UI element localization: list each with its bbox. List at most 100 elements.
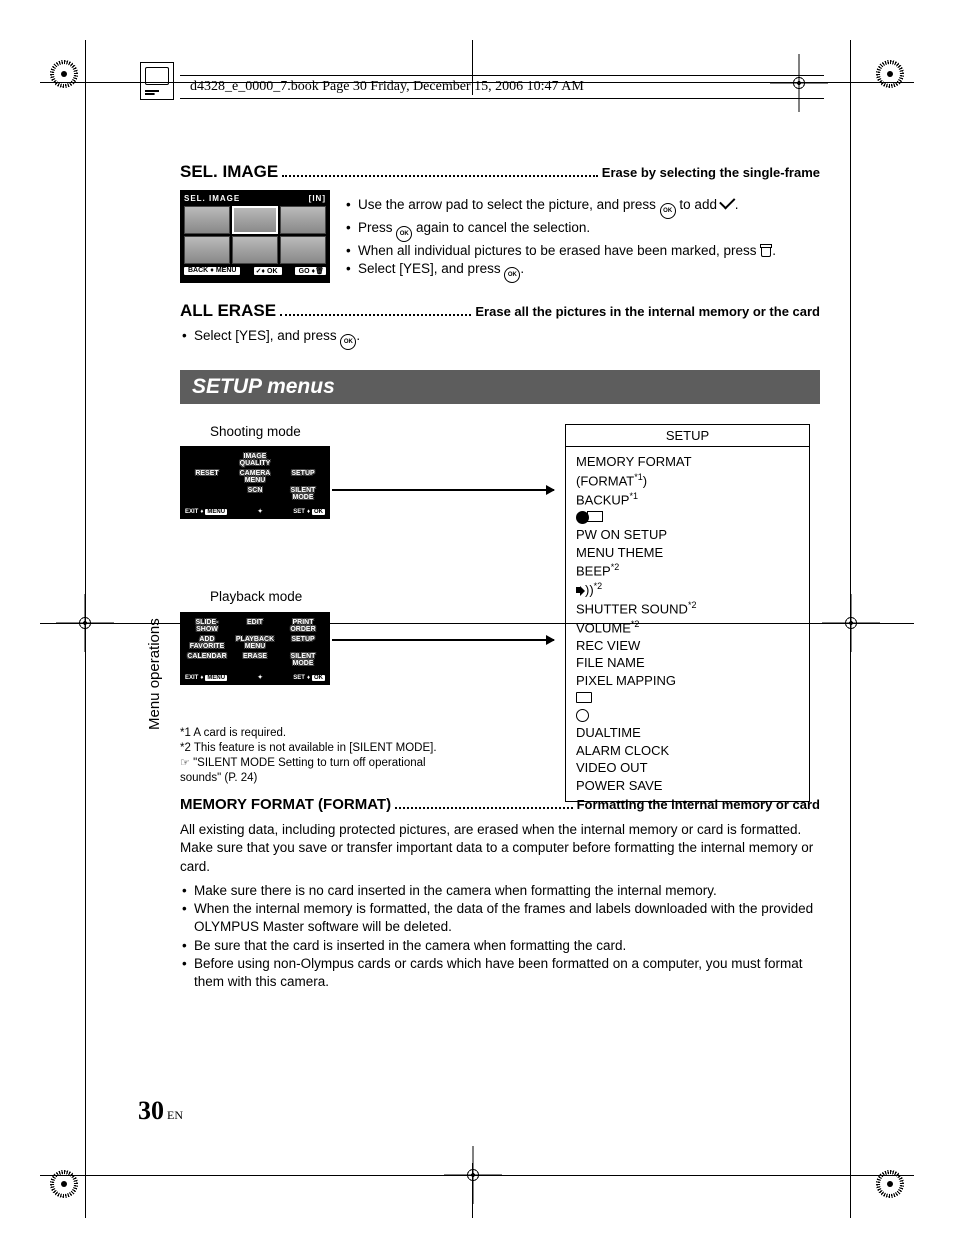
- setup-item: BEEP*2: [576, 561, 799, 580]
- footnote-1: *1 A card is required.: [180, 726, 460, 741]
- setup-item: MENU THEME: [576, 544, 799, 562]
- sel-image-heading: SEL. IMAGE Erase by selecting the single…: [180, 162, 820, 182]
- menu-cell: EDIT: [233, 619, 277, 633]
- header-text: d4328_e_0000_7.book Page 30 Friday, Dece…: [190, 79, 584, 94]
- lcd-exit: EXIT♦MENU: [185, 508, 227, 515]
- menu-cell: SILENT MODE: [281, 487, 325, 501]
- playback-mode-label: Playback mode: [210, 589, 302, 604]
- setup-item: SHUTTER SOUND*2: [576, 599, 799, 618]
- setup-item: MEMORY FORMAT: [576, 453, 799, 471]
- check-icon: [721, 199, 735, 210]
- footnotes: *1 A card is required. *2 This feature i…: [180, 726, 460, 786]
- thumb: [280, 206, 326, 234]
- lcd-nav-icon: ✦: [258, 508, 263, 515]
- leader-dots: [395, 807, 572, 809]
- memory-format-intro: All existing data, including protected p…: [180, 821, 820, 876]
- leader-dots: [280, 314, 471, 316]
- monitor-icon: [576, 690, 592, 705]
- setup-item: FILE NAME: [576, 654, 799, 672]
- page-lang: EN: [167, 1108, 183, 1122]
- shooting-mode-lcd: IMAGE QUALITY RESET CAMERA MENU SETUP SC…: [180, 446, 330, 519]
- menu-cell: ADD FAVORITE: [185, 636, 229, 650]
- setup-item-clock-icon: [576, 707, 799, 725]
- ok-func-icon: OK: [396, 226, 412, 242]
- all-erase-heading: ALL ERASE Erase all the pictures in the …: [180, 301, 820, 321]
- leader-dots: [282, 175, 598, 177]
- page-number: 30EN: [138, 1096, 183, 1126]
- setup-item: VIDEO OUT: [576, 759, 799, 777]
- crop-mark: [876, 60, 904, 88]
- setup-item: ALARM CLOCK: [576, 742, 799, 760]
- lcd-title: SEL. IMAGE: [184, 194, 240, 203]
- menu-cell: RESET: [185, 470, 229, 484]
- ok-func-icon: OK: [660, 203, 676, 219]
- footnote-ref: ☞ "SILENT MODE Setting to turn off opera…: [180, 756, 460, 786]
- sel-image-desc: Erase by selecting the single-frame: [602, 165, 820, 180]
- sel-image-step-3: When all individual pictures to be erase…: [344, 242, 820, 260]
- thumb: [184, 206, 230, 234]
- setup-item: PW ON SETUP: [576, 526, 799, 544]
- menu-cell: IMAGE QUALITY: [233, 453, 277, 467]
- playback-mode-lcd: SLIDE- SHOW EDIT PRINT ORDER ADD FAVORIT…: [180, 612, 330, 685]
- page-num-value: 30: [138, 1096, 164, 1125]
- lcd-set: SET♦OK: [293, 674, 325, 681]
- setup-item: VOLUME*2: [576, 618, 799, 637]
- all-erase-desc: Erase all the pictures in the internal m…: [475, 304, 820, 319]
- clock-icon: [576, 708, 589, 723]
- setup-list-box: SETUP MEMORY FORMAT (FORMAT*1) BACKUP*1 …: [565, 424, 810, 801]
- setup-item: DUALTIME: [576, 724, 799, 742]
- footnote-2: *2 This feature is not available in [SIL…: [180, 741, 460, 756]
- menu-cell-setup: SETUP: [281, 636, 325, 650]
- all-erase-step-1: Select [YES], and press OK.: [180, 327, 820, 350]
- setup-item-speaker-icon: ))*2: [576, 580, 799, 599]
- printer-line: [40, 1175, 914, 1176]
- menu-cell: SCN: [233, 487, 277, 501]
- printer-line: [85, 40, 86, 1218]
- printer-line: [850, 40, 851, 1218]
- lcd-exit: EXIT♦MENU: [185, 674, 227, 681]
- menu-cell: CAMERA MENU: [233, 470, 277, 484]
- thumb: [280, 236, 326, 264]
- memory-format-b2: When the internal memory is formatted, t…: [180, 900, 820, 936]
- memory-format-title: MEMORY FORMAT (FORMAT): [180, 796, 391, 813]
- sel-image-title: SEL. IMAGE: [180, 162, 278, 182]
- all-erase-title: ALL ERASE: [180, 301, 276, 321]
- setup-item: (FORMAT*1): [576, 471, 799, 490]
- speaker-icon: [576, 582, 585, 597]
- trash-icon: [760, 244, 772, 257]
- menu-cell: SLIDE- SHOW: [185, 619, 229, 633]
- page-header: d4328_e_0000_7.book Page 30 Friday, Dece…: [180, 75, 824, 99]
- menu-cell: [185, 453, 229, 467]
- setup-item: BACKUP*1: [576, 490, 799, 509]
- reference-icon: ☞: [180, 757, 190, 769]
- setup-item: PIXEL MAPPING: [576, 672, 799, 690]
- thumb-selected: [232, 206, 278, 234]
- sel-image-step-4: Select [YES], and press OK.: [344, 260, 820, 283]
- arrow-icon: [332, 639, 554, 641]
- lcd-go: GO♦🗑: [295, 267, 326, 275]
- menu-cell: PLAYBACK MENU: [233, 636, 277, 650]
- lcd-in-badge: [IN]: [309, 194, 326, 203]
- setup-item-language-icon: [576, 509, 799, 527]
- menu-cell: [281, 453, 325, 467]
- framemaker-icon: [140, 62, 174, 100]
- lcd-set: SET♦OK: [293, 508, 325, 515]
- setup-item: POWER SAVE: [576, 777, 799, 795]
- menu-cell: [185, 487, 229, 501]
- menu-cell-setup: SETUP: [281, 470, 325, 484]
- crop-mark: [50, 60, 78, 88]
- memory-format-b1: Make sure there is no card inserted in t…: [180, 882, 820, 900]
- lcd-back: BACK♦MENU: [184, 267, 240, 275]
- setup-list-title: SETUP: [566, 425, 809, 447]
- printer-line: [472, 1163, 473, 1218]
- menu-cell: CALENDAR: [185, 653, 229, 667]
- language-icon: [576, 510, 603, 525]
- ok-func-icon: OK: [504, 267, 520, 283]
- thumb: [232, 236, 278, 264]
- ok-func-icon: OK: [340, 334, 356, 350]
- menu-cell: SILENT MODE: [281, 653, 325, 667]
- memory-format-b4: Before using non-Olympus cards or cards …: [180, 955, 820, 991]
- menu-cell: ERASE: [233, 653, 277, 667]
- sel-image-lcd: SEL. IMAGE [IN] BACK♦MENU ✓♦OK GO♦🗑: [180, 190, 330, 283]
- thumb: [184, 236, 230, 264]
